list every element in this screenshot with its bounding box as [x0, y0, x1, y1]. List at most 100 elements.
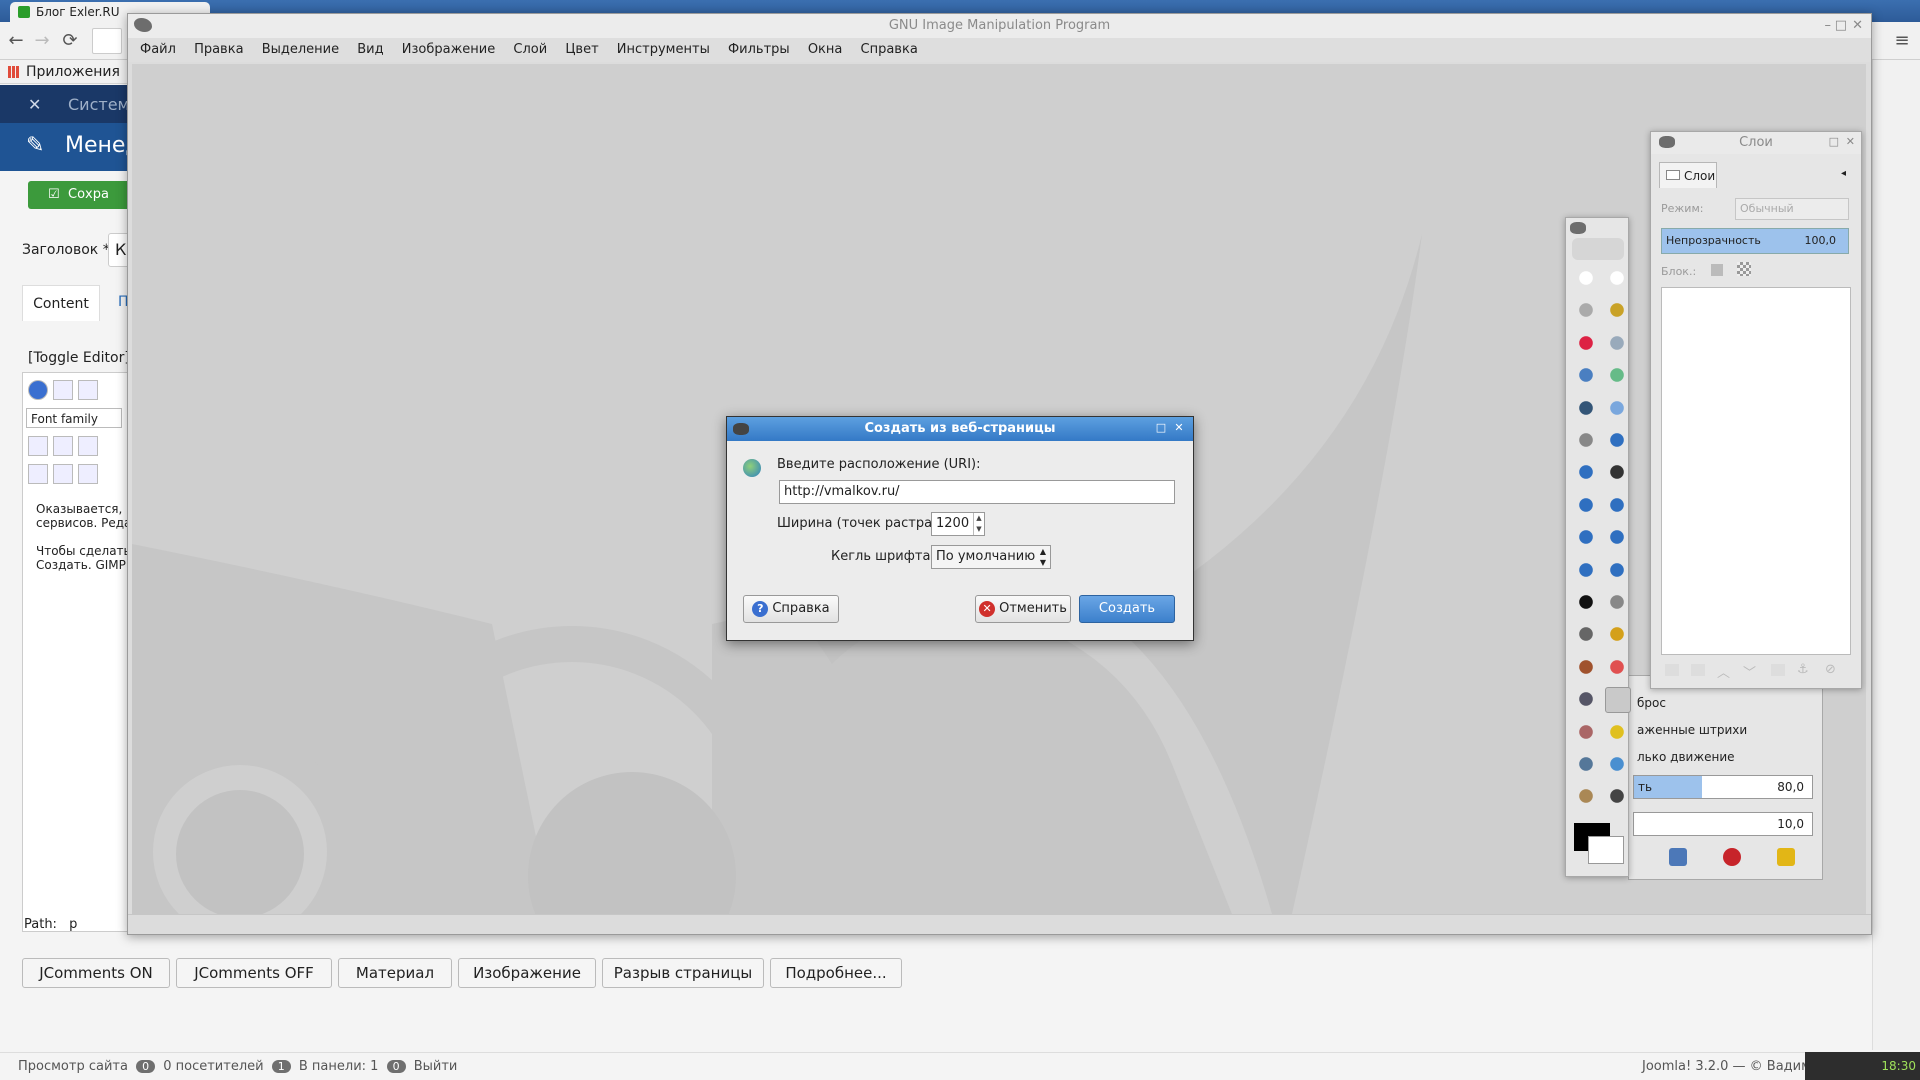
measure-icon[interactable]: [1574, 428, 1598, 452]
help-button[interactable]: ? Справка: [743, 595, 839, 623]
article-button[interactable]: Материал: [338, 958, 452, 988]
menu-tools[interactable]: Инструменты: [617, 42, 710, 57]
address-bar[interactable]: [92, 28, 122, 54]
gradient-icon[interactable]: [1574, 622, 1598, 647]
menu-image[interactable]: Изображение: [402, 42, 495, 57]
menu-file[interactable]: Файл: [140, 42, 176, 57]
view-site-link[interactable]: Просмотр сайта: [18, 1059, 128, 1074]
help-icon[interactable]: [28, 380, 48, 400]
lock-alpha-icon[interactable]: [1737, 262, 1751, 276]
menu-windows[interactable]: Окна: [808, 42, 843, 57]
cage-icon[interactable]: [1605, 557, 1629, 582]
page-break-button[interactable]: Разрыв страницы: [602, 958, 764, 988]
menu-layer[interactable]: Слой: [513, 42, 547, 57]
bucket-fill-icon[interactable]: [1605, 590, 1629, 614]
move-icon[interactable]: [1605, 428, 1629, 452]
font-size-combo[interactable]: По умолчанию ▲ ▼: [931, 545, 1051, 569]
fuzzy-select-icon[interactable]: [1605, 298, 1629, 323]
save-preset-icon[interactable]: [1669, 848, 1687, 866]
strokes-option[interactable]: аженные штрихи: [1637, 723, 1747, 737]
clone-icon[interactable]: [1574, 719, 1598, 744]
back-icon[interactable]: ←: [6, 31, 26, 51]
tab-content[interactable]: Content: [22, 285, 100, 321]
menu-view[interactable]: Вид: [357, 42, 383, 57]
free-select-icon[interactable]: [1574, 298, 1598, 323]
crop-icon[interactable]: [1605, 460, 1629, 485]
background-color[interactable]: [1588, 836, 1624, 864]
airbrush-icon[interactable]: [1574, 687, 1598, 712]
perspective-icon[interactable]: [1605, 525, 1629, 550]
duplicate-layer-icon[interactable]: [1771, 664, 1785, 676]
editor-area[interactable]: [22, 372, 142, 932]
new-group-icon[interactable]: [1691, 664, 1705, 676]
new-layer-icon[interactable]: [1665, 664, 1679, 676]
close-icon[interactable]: ✕: [1852, 14, 1863, 38]
new-document-icon[interactable]: [53, 380, 73, 400]
bookmark-apps[interactable]: Приложения: [26, 64, 120, 80]
rect-select-icon[interactable]: [1574, 266, 1598, 290]
read-more-button[interactable]: Подробнее...: [770, 958, 902, 988]
menu-edit[interactable]: Правка: [194, 42, 243, 57]
color-select-icon[interactable]: [1574, 330, 1598, 355]
paragraph-rtl-icon[interactable]: [53, 436, 73, 456]
maximize-icon[interactable]: □: [1155, 422, 1167, 434]
delete-layer-icon[interactable]: ⊘: [1825, 662, 1836, 677]
font-family-select[interactable]: Font family: [26, 408, 122, 428]
color-picker-icon[interactable]: [1574, 395, 1598, 420]
width-spinbutton[interactable]: 1200 ▲ ▼: [931, 512, 985, 536]
rotate-icon[interactable]: [1574, 492, 1598, 517]
table-icon[interactable]: [28, 464, 48, 484]
size-spin-field[interactable]: ть 80,0: [1633, 775, 1813, 799]
maximize-icon[interactable]: □: [1835, 14, 1847, 38]
create-button[interactable]: Создать: [1079, 595, 1175, 623]
dock-menu-icon[interactable]: ◂: [1841, 168, 1846, 179]
joomla-system-menu[interactable]: Систем: [68, 95, 130, 114]
logout-link[interactable]: Выйти: [414, 1059, 458, 1074]
ellipse-select-icon[interactable]: [1605, 266, 1629, 290]
close-icon[interactable]: ✕: [1173, 422, 1185, 434]
spacing-spin-field[interactable]: 10,0: [1633, 812, 1813, 836]
reload-icon[interactable]: ⟳: [60, 31, 80, 51]
undo-icon[interactable]: [78, 380, 98, 400]
fullscreen-icon[interactable]: [78, 436, 98, 456]
paragraph-icon[interactable]: [28, 436, 48, 456]
smudge-icon[interactable]: [1574, 784, 1598, 809]
toggle-editor-link[interactable]: [Toggle Editor]: [28, 350, 130, 366]
zoom-icon[interactable]: [1605, 395, 1629, 420]
jcomments-off-button[interactable]: JComments OFF: [176, 958, 332, 988]
minimize-icon[interactable]: –: [1825, 14, 1832, 38]
menu-icon[interactable]: ≡: [1892, 31, 1912, 51]
eraser-icon[interactable]: [1605, 654, 1629, 679]
lower-layer-icon[interactable]: ﹀: [1743, 662, 1756, 681]
dodge-icon[interactable]: [1605, 784, 1629, 809]
pencil-icon[interactable]: [1605, 622, 1629, 647]
lock-pixels-icon[interactable]: [1711, 264, 1723, 276]
flip-icon[interactable]: [1574, 557, 1598, 582]
uri-input[interactable]: http://vmalkov.ru/: [779, 480, 1175, 504]
cancel-button[interactable]: ✕ Отменить: [975, 595, 1071, 623]
blur-icon[interactable]: [1605, 752, 1629, 776]
forward-icon[interactable]: →: [32, 31, 52, 51]
layer-list[interactable]: [1661, 287, 1851, 655]
mode-select[interactable]: Обычный: [1735, 198, 1849, 220]
menu-select[interactable]: Выделение: [262, 42, 339, 57]
restore-preset-icon[interactable]: [1777, 848, 1795, 866]
tab-layers[interactable]: Слои: [1659, 162, 1717, 188]
reset-text[interactable]: брос: [1637, 696, 1666, 710]
image-icon[interactable]: [78, 464, 98, 484]
raise-layer-icon[interactable]: ︿: [1717, 662, 1730, 681]
scissors-icon[interactable]: [1605, 330, 1629, 355]
text-icon[interactable]: [1574, 590, 1598, 614]
pilcrow-icon[interactable]: [53, 464, 73, 484]
scale-icon[interactable]: [1605, 492, 1629, 517]
shear-icon[interactable]: [1574, 525, 1598, 550]
align-icon[interactable]: [1574, 460, 1598, 485]
heal-icon[interactable]: [1605, 719, 1629, 744]
close-icon[interactable]: ✕: [1846, 135, 1855, 148]
spin-arrows-icon[interactable]: ▲ ▼: [973, 513, 984, 535]
maximize-icon[interactable]: □: [1829, 135, 1839, 148]
menu-filters[interactable]: Фильтры: [728, 42, 790, 57]
menu-colors[interactable]: Цвет: [565, 42, 598, 57]
image-button[interactable]: Изображение: [458, 958, 596, 988]
perspective-clone-icon[interactable]: [1574, 752, 1598, 776]
